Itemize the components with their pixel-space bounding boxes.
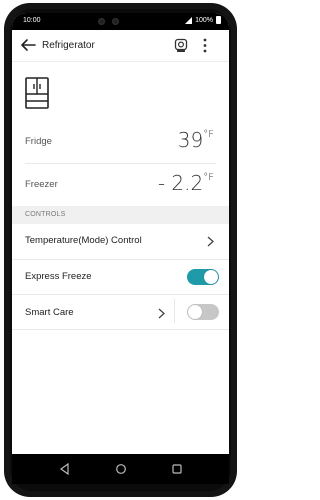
nav-recents-icon[interactable] [171,463,183,475]
express-freeze-row: Express Freeze [12,260,229,294]
fridge-temp-value: 39 [177,128,204,152]
chevron-right-icon [158,308,165,319]
chevron-right-icon [207,236,214,247]
fridge-icon [25,77,49,109]
signal-icon [185,16,193,24]
freezer-temperature: - 2.2°F [158,171,214,195]
status-time: 10:00 [23,17,41,24]
smart-care-row[interactable]: Smart Care [12,295,172,329]
fridge-label: Fridge [25,136,52,147]
smart-care-toggle[interactable] [187,304,219,320]
toggle-knob [204,270,218,284]
fridge-temperature: 39°F [178,128,214,152]
smart-care-label: Smart Care [25,307,74,318]
express-freeze-toggle[interactable] [187,269,219,285]
back-arrow-icon[interactable] [19,37,37,53]
front-camera [98,18,105,25]
camera-icon[interactable] [174,38,188,53]
status-bar: 10:00 100% [12,13,229,30]
more-vert-icon[interactable] [201,37,209,54]
section-header-controls: CONTROLS [12,206,229,224]
express-freeze-label: Express Freeze [25,271,92,282]
temperature-mode-label: Temperature(Mode) Control [25,235,142,246]
fridge-temp-unit: °F [203,129,214,140]
status-right: 100% [185,16,221,24]
app-bar: Refrigerator [12,30,229,62]
section-header-label: CONTROLS [25,211,66,218]
freezer-temp-value: - 2.2 [157,171,204,195]
app-screen: 10:00 100% Refrigerator Fridge 39°F Free… [12,13,229,454]
page-title: Refrigerator [42,40,95,51]
system-nav-bar [12,454,229,484]
battery-percent: 100% [195,16,213,24]
vertical-separator [174,299,175,323]
front-sensor [112,18,119,25]
nav-back-icon[interactable] [59,463,71,475]
battery-icon [216,16,221,24]
freezer-label: Freezer [25,179,58,190]
divider [12,329,229,330]
temperature-mode-row[interactable]: Temperature(Mode) Control [12,224,229,259]
toggle-knob [188,305,202,319]
freezer-temp-unit: °F [203,172,214,183]
divider [25,163,216,164]
nav-home-icon[interactable] [115,463,127,475]
